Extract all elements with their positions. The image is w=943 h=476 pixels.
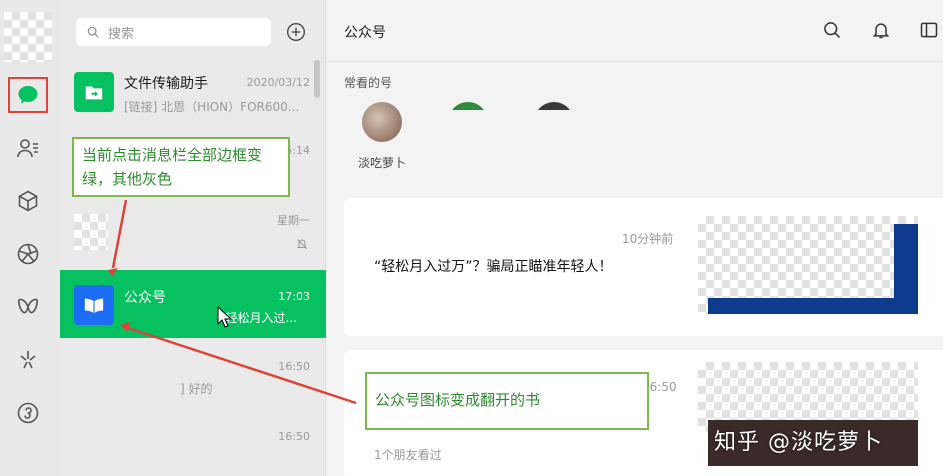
- account-avatar: [362, 102, 402, 142]
- avatar: [74, 214, 108, 250]
- chat-row-file-transfer[interactable]: 文件传输助手 2020/03/12 [链接] 北恩（HION）FOR600...: [60, 62, 312, 130]
- butterfly-icon: [18, 298, 38, 314]
- user-avatar[interactable]: [4, 12, 52, 62]
- chat-list-panel: 搜索 文件传输助手 2020/03/12 [链接] 北恩（HION）FOR600…: [60, 0, 326, 476]
- account-avatar: [448, 102, 488, 142]
- article-footer: 1个朋友看过: [374, 448, 442, 462]
- nav-miniprogram[interactable]: [8, 395, 48, 431]
- nav-moments[interactable]: [8, 236, 48, 272]
- add-icon[interactable]: [286, 22, 306, 42]
- article-time: 10分钟前: [622, 232, 674, 246]
- sidebar-toggle-icon[interactable]: [919, 20, 939, 40]
- mouse-cursor-icon: [217, 306, 233, 328]
- search-placeholder: 搜索: [108, 26, 135, 42]
- thumbnail-image: [698, 216, 894, 298]
- nav-contacts[interactable]: [8, 130, 48, 166]
- frequent-title: 常看的号: [344, 76, 393, 90]
- chat-preview: [链接] 北恩（HION）FOR600...: [124, 100, 300, 114]
- search-input[interactable]: 搜索: [76, 18, 271, 46]
- article-headline: “轻松月入过万”？骗局正瞄准年轻人！: [374, 259, 613, 275]
- watermark: 知乎 @淡吃萝卜: [714, 430, 883, 455]
- article-card[interactable]: 10分钟前 “轻松月入过万”？骗局正瞄准年轻人！: [344, 198, 943, 336]
- page-title: 公众号: [344, 25, 386, 41]
- chat-time: 17:03: [278, 290, 310, 303]
- chat-time: 16:50: [278, 430, 310, 443]
- chat-name: 文件传输助手: [124, 76, 208, 92]
- chat-name: 公众号: [124, 290, 166, 306]
- contacts-icon: [17, 139, 38, 158]
- scrollbar[interactable]: [314, 60, 320, 98]
- chat-time: 星期一: [277, 214, 310, 227]
- chat-preview: "轻松月入过...: [220, 311, 297, 325]
- frequent-account[interactable]: [524, 102, 584, 154]
- mute-icon: [296, 239, 308, 249]
- frequent-account[interactable]: [438, 102, 498, 154]
- annotation-note-border: 当前点击消息栏全部边框变绿，其他灰色: [72, 137, 290, 197]
- miniprogram-icon: [17, 402, 39, 424]
- chat-time: 16:50: [278, 360, 310, 373]
- chat-time: 2020/03/12: [246, 76, 310, 89]
- top-bar: 公众号: [326, 0, 943, 62]
- open-book-icon: [74, 285, 114, 325]
- search-icon[interactable]: [822, 20, 842, 40]
- frequent-account[interactable]: 淡吃萝卜: [352, 102, 412, 171]
- cube-icon: [18, 190, 38, 212]
- account-avatar: [534, 102, 574, 142]
- annotation-note-icon: 公众号图标变成翻开的书: [365, 372, 649, 430]
- chat-row[interactable]: 星期一: [60, 198, 312, 266]
- bell-icon[interactable]: [871, 20, 891, 40]
- search-icon: [87, 26, 99, 38]
- nav-search[interactable]: [8, 342, 48, 378]
- aperture-icon: [17, 243, 39, 265]
- nav-favorites[interactable]: [8, 183, 48, 219]
- account-name: 淡吃萝卜: [357, 156, 406, 170]
- chat-icon: [18, 86, 38, 104]
- sparkle-icon: [20, 351, 36, 369]
- nav-chat[interactable]: [8, 77, 48, 113]
- file-transfer-icon: [74, 72, 114, 112]
- chat-row[interactable]: 16:50: [60, 408, 312, 476]
- chat-row[interactable]: 16:50 ] 好的: [60, 340, 312, 408]
- chat-row-official-accounts[interactable]: 公众号 17:03 "轻松月入过...: [60, 270, 326, 338]
- nav-channels[interactable]: [8, 289, 48, 325]
- left-nav: [0, 0, 60, 476]
